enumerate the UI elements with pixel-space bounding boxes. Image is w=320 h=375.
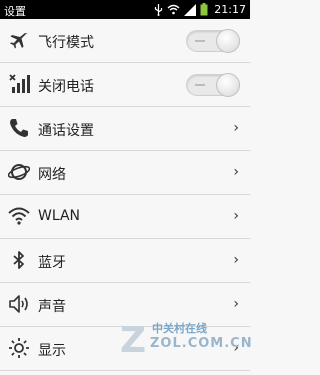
setting-network[interactable]: 网络 › (0, 151, 250, 195)
setting-airplane-mode[interactable]: 飞行模式 (0, 19, 250, 63)
signal-icon (184, 3, 197, 16)
battery-icon (200, 3, 208, 16)
setting-call-settings[interactable]: 通话设置 › (0, 107, 250, 151)
status-bar: 设置 21:17 (0, 0, 250, 19)
setting-label: 声音 (38, 299, 66, 315)
setting-label: 蓝牙 (38, 255, 66, 271)
usb-icon (155, 3, 163, 16)
chevron-right-icon: › (233, 296, 239, 312)
status-time: 21:17 (214, 3, 246, 16)
watermark: Z 中关村在线 ZOL.COM.CN (120, 318, 253, 373)
signal-x-icon (9, 74, 30, 93)
chevron-right-icon: › (233, 252, 239, 268)
wifi-icon (167, 4, 180, 15)
brightness-icon (9, 338, 29, 358)
airplane-mode-toggle[interactable] (186, 29, 240, 53)
toggle-track-mark (195, 40, 205, 42)
toggle-track-mark (195, 84, 205, 86)
watermark-title: 中关村在线 (152, 322, 207, 335)
wifi-icon (8, 207, 30, 225)
toggle-knob[interactable] (216, 29, 240, 53)
setting-label: 通话设置 (38, 123, 94, 139)
watermark-logo: Z (120, 320, 147, 361)
airplane-icon (10, 33, 28, 49)
setting-wlan[interactable]: WLAN › (0, 195, 250, 239)
chevron-right-icon: › (233, 120, 239, 136)
status-title: 设置 (4, 5, 26, 18)
phone-icon (10, 119, 28, 137)
setting-label: WLAN (38, 208, 81, 224)
setting-bluetooth[interactable]: 蓝牙 › (0, 239, 250, 283)
setting-label: 飞行模式 (38, 35, 94, 51)
speaker-icon (9, 295, 28, 313)
setting-label: 关闭电话 (38, 79, 94, 95)
close-phone-toggle[interactable] (186, 73, 240, 97)
setting-label: 显示 (38, 343, 66, 359)
chevron-right-icon: › (233, 208, 239, 224)
status-icons: 21:17 (154, 1, 246, 18)
chevron-right-icon: › (233, 164, 239, 180)
setting-label: 网络 (38, 167, 66, 183)
bluetooth-icon (13, 251, 24, 269)
globe-icon (8, 164, 30, 180)
toggle-knob[interactable] (216, 73, 240, 97)
watermark-url: ZOL.COM.CN (150, 336, 253, 351)
setting-close-phone[interactable]: 关闭电话 (0, 63, 250, 107)
